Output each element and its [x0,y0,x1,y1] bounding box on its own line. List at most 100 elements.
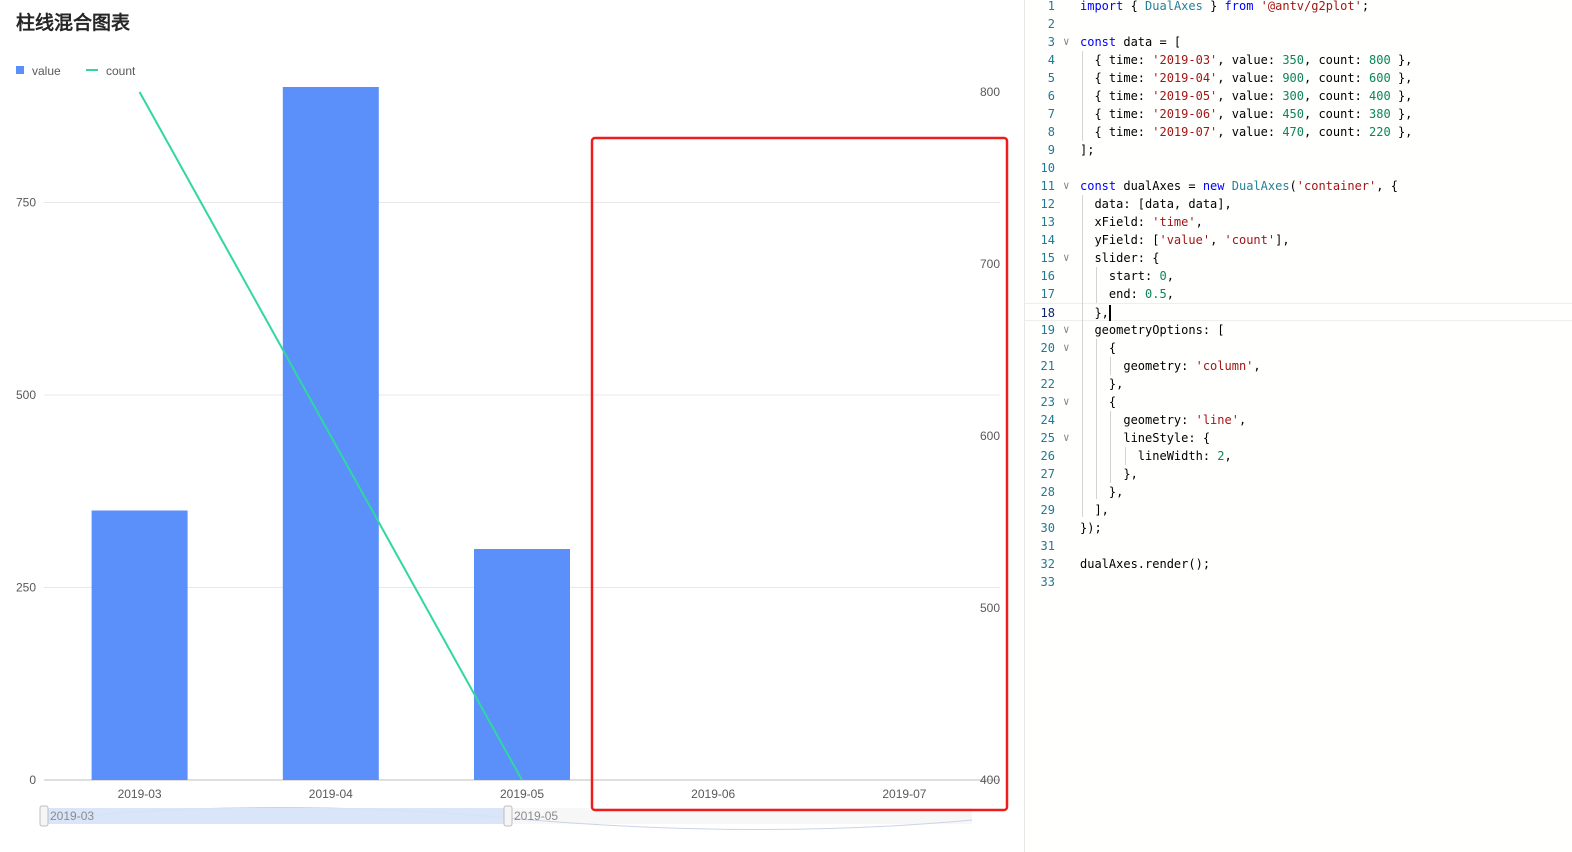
bar-value-2019-05[interactable] [474,549,570,780]
code-line[interactable]: 15 ∨ slider: { [1025,249,1572,267]
code-token: , value: [1217,71,1283,85]
text-cursor [1108,305,1111,321]
code-token: , [1253,359,1261,373]
x-axis-tick-label: 2019-03 [118,787,162,801]
fold-chevron-icon[interactable]: ∨ [1063,429,1070,447]
line-number: 7 [1047,107,1055,121]
code-line[interactable]: 18 }, [1025,303,1572,321]
code-token: { time: [1080,71,1153,85]
code-line[interactable]: 31 [1025,537,1572,555]
code-line[interactable]: 25 ∨ lineStyle: { [1025,429,1572,447]
code-text: }, [1080,375,1123,393]
line-number: 15 [1040,251,1055,265]
code-token: yField: [ [1080,233,1160,247]
line-number: 10 [1040,161,1055,175]
code-line[interactable]: 32 dualAxes.render(); [1025,555,1572,573]
indent-guide [1082,51,1083,141]
code-line[interactable]: 12 data: [data, data], [1025,195,1572,213]
code-line[interactable]: 7 { time: '2019-06', value: 450, count: … [1025,105,1572,123]
code-text: }, [1080,304,1108,322]
code-line[interactable]: 6 { time: '2019-05', value: 300, count: … [1025,87,1572,105]
code-token: '2019-05' [1152,89,1218,103]
line-number: 28 [1040,485,1055,499]
code-line[interactable]: 14 yField: ['value', 'count'], [1025,231,1572,249]
code-text: ], [1080,501,1109,519]
bar-value-2019-03[interactable] [91,510,188,781]
code-line[interactable]: 23 ∨ { [1025,393,1572,411]
line-number: 1 [1047,0,1055,13]
code-token: 0 [1159,269,1167,283]
code-line[interactable]: 24 geometry: 'line', [1025,411,1572,429]
code-line[interactable]: 3 ∨ const data = [ [1025,33,1572,51]
code-token: '2019-07' [1152,125,1218,139]
code-line[interactable]: 1 import { DualAxes } from '@antv/g2plot'… [1025,0,1572,15]
code-token: ], [1275,233,1290,247]
slider-start-handle[interactable] [39,805,49,827]
code-line[interactable]: 33 [1025,573,1572,591]
code-line[interactable]: 20 ∨ { [1025,339,1572,357]
legend-label-count[interactable]: count [106,64,136,78]
left-axis-tick-label: 0 [29,773,36,787]
code-token: , count: [1304,107,1370,121]
code-line[interactable]: 10 [1025,159,1572,177]
code-token: geometry: [1080,359,1196,373]
code-editor[interactable]: 1 import { DualAxes } from '@antv/g2plot'… [1025,0,1572,852]
code-line[interactable]: 8 { time: '2019-07', value: 470, count: … [1025,123,1572,141]
code-line[interactable]: 28 }, [1025,483,1572,501]
code-line[interactable]: 30}); [1025,519,1572,537]
code-token: lineWidth: [1080,449,1218,463]
line-number: 26 [1040,449,1055,463]
code-token: , [1166,269,1174,283]
code-token: { [1080,395,1117,409]
code-text: geometryOptions: [ [1080,321,1224,339]
fold-chevron-icon[interactable]: ∨ [1063,321,1070,339]
code-line[interactable]: 16 start: 0, [1025,267,1572,285]
code-line[interactable]: 17 end: 0.5, [1025,285,1572,303]
code-line[interactable]: 22 }, [1025,375,1572,393]
code-line[interactable]: 11 ∨ const dualAxes = new DualAxes('contai… [1025,177,1572,195]
code-token: 'count' [1224,233,1276,247]
fold-chevron-icon[interactable]: ∨ [1063,33,1070,51]
code-token: }, [1080,485,1124,499]
code-text: dualAxes.render(); [1080,555,1210,573]
x-axis-tick-label: 2019-04 [309,787,353,801]
line-number: 2 [1047,17,1055,31]
code-text: { [1080,393,1116,411]
code-text: xField: 'time', [1080,213,1202,231]
line-number: 4 [1047,53,1055,67]
left-axis-tick-label: 250 [16,581,36,595]
highlight-box [590,136,1009,812]
code-text: yField: ['value', 'count'], [1080,231,1290,249]
fold-chevron-icon[interactable]: ∨ [1063,393,1070,411]
code-line[interactable]: 29 ], [1025,501,1572,519]
code-token: } [1202,0,1225,13]
slider-end-handle[interactable] [503,805,513,827]
code-line[interactable]: 26 lineWidth: 2, [1025,447,1572,465]
code-token: xField: [1080,215,1153,229]
code-token: data: [data, data], [1080,197,1232,211]
code-line[interactable]: 27 }, [1025,465,1572,483]
code-line[interactable]: 19 ∨ geometryOptions: [ [1025,321,1572,339]
code-line[interactable]: 2 [1025,15,1572,33]
bar-value-2019-04[interactable] [282,87,379,780]
code-token: dualAxes = [1116,179,1203,193]
x-axis-tick-label: 2019-07 [882,787,926,801]
code-line[interactable]: 21 geometry: 'column', [1025,357,1572,375]
x-axis-tick-label: 2019-06 [691,787,735,801]
code-line[interactable]: 9]; [1025,141,1572,159]
line-number: 11 [1040,179,1055,193]
code-token: ], [1080,503,1109,517]
line-number: 20 [1040,341,1055,355]
code-line[interactable]: 4 { time: '2019-03', value: 350, count: … [1025,51,1572,69]
code-line[interactable]: 13 xField: 'time', [1025,213,1572,231]
code-token: 400 [1369,89,1391,103]
code-token: , value: [1217,89,1283,103]
code-token: geometry: [1080,413,1196,427]
fold-chevron-icon[interactable]: ∨ [1063,339,1070,357]
fold-chevron-icon[interactable]: ∨ [1063,177,1070,195]
legend-label-value[interactable]: value [32,64,61,78]
line-number: 24 [1040,413,1055,427]
fold-chevron-icon[interactable]: ∨ [1063,249,1070,267]
slider-selected-range[interactable] [44,808,508,824]
code-line[interactable]: 5 { time: '2019-04', value: 900, count: … [1025,69,1572,87]
